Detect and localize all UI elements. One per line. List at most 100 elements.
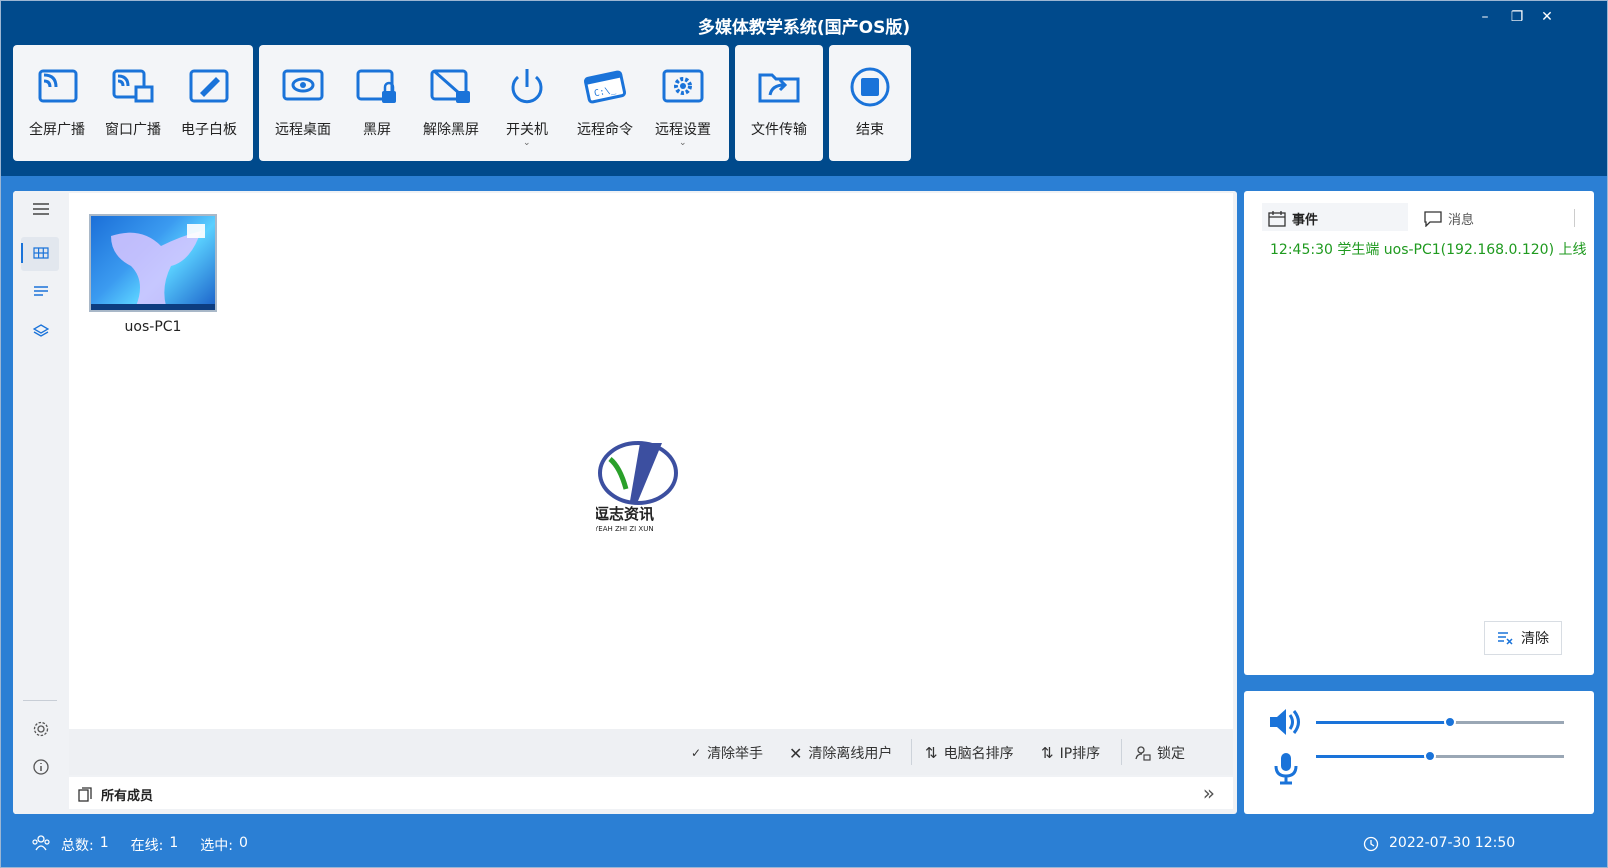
black-screen-label: 黑屏 xyxy=(363,122,391,138)
clear-offline-label: 清除离线用户 xyxy=(808,746,893,762)
fullscreen-broadcast-button[interactable]: 全屏广播 xyxy=(19,45,95,161)
sort-icon: ⇅ xyxy=(925,744,938,762)
whiteboard-button[interactable]: 电子白板 xyxy=(171,45,247,161)
status-bar: 总数: 1 在线: 1 选中: 0 2022-07-30 12:50 xyxy=(1,820,1607,867)
student-thumbnail[interactable] xyxy=(89,214,217,312)
microphone-volume-fill xyxy=(1316,755,1431,758)
window-broadcast-icon xyxy=(112,69,154,103)
end-button[interactable]: 结束 xyxy=(833,45,907,161)
desktop-preview-image xyxy=(91,224,215,310)
microphone-volume-slider[interactable] xyxy=(1316,750,1564,762)
grid-view-icon[interactable] xyxy=(27,239,55,267)
remote-settings-dropdown-icon[interactable]: ⌄ xyxy=(679,138,687,148)
clear-events-button[interactable]: 清除 xyxy=(1484,621,1562,655)
clear-hands-label: 清除举手 xyxy=(707,746,764,762)
remote-settings-icon xyxy=(662,69,704,103)
unblack-screen-label: 解除黑屏 xyxy=(423,122,479,138)
sort-by-ip-button[interactable]: ⇅ IP排序 xyxy=(1041,743,1100,763)
settings-gear-icon[interactable] xyxy=(27,715,55,743)
whiteboard-icon xyxy=(189,69,229,103)
window-broadcast-label: 窗口广播 xyxy=(105,122,161,138)
close-button[interactable]: ✕ xyxy=(1537,9,1557,25)
clear-events-label: 清除 xyxy=(1521,631,1549,647)
tab-events-label: 事件 xyxy=(1292,213,1319,228)
clear-offline-button[interactable]: ✕ 清除离线用户 xyxy=(789,743,892,763)
remote-command-label: 远程命令 xyxy=(577,122,633,138)
speaker-volume-slider[interactable] xyxy=(1316,716,1564,728)
tab-messages-label: 消息 xyxy=(1448,213,1475,228)
more-groups-button[interactable]: » xyxy=(1203,781,1215,805)
sort-by-name-button[interactable]: ⇅ 电脑名排序 xyxy=(925,743,1014,763)
action-separator xyxy=(1121,739,1122,765)
menu-icon[interactable] xyxy=(27,195,55,223)
window-broadcast-button[interactable]: 窗口广播 xyxy=(95,45,171,161)
speaker-icon[interactable] xyxy=(1268,707,1302,737)
all-members-label: 所有成员 xyxy=(101,789,154,804)
minimize-button[interactable]: – xyxy=(1475,9,1495,25)
window-title: 多媒体教学系统(国产OS版) xyxy=(697,18,911,38)
chat-bubble-icon xyxy=(1424,210,1442,227)
unblack-screen-button[interactable]: 解除黑屏 xyxy=(413,45,489,161)
layers-icon[interactable] xyxy=(27,317,55,345)
watermark-logo: 逗志资讯 YEAH ZHI ZI XUN xyxy=(593,441,706,541)
app-window: 多媒体教学系统(国产OS版) – ❐ ✕ 全屏广播 窗口广播 电子白板 远程桌面… xyxy=(0,0,1608,868)
online-label: 在线: xyxy=(130,838,164,854)
sort-icon: ⇅ xyxy=(1041,744,1054,762)
list-view-icon[interactable] xyxy=(27,277,55,305)
whiteboard-label: 电子白板 xyxy=(181,122,237,138)
remote-desktop-icon xyxy=(282,69,324,101)
svg-text:YEAH ZHI ZI XUN: YEAH ZHI ZI XUN xyxy=(596,525,654,533)
black-screen-icon xyxy=(356,69,396,103)
title-bar: 多媒体教学系统(国产OS版) – ❐ ✕ 全屏广播 窗口广播 电子白板 远程桌面… xyxy=(1,1,1607,176)
event-log-entry: 12:45:30 学生端 uos-PC1(192.168.0.120) 上线 xyxy=(1270,242,1587,258)
microphone-icon[interactable] xyxy=(1272,751,1300,785)
sidebar-divider xyxy=(23,700,57,701)
clear-hands-button[interactable]: ✓ 清除举手 xyxy=(691,743,763,763)
info-icon[interactable] xyxy=(27,753,55,781)
datetime: 2022-07-30 12:50 xyxy=(1389,835,1516,851)
member-counts: 总数: 1 在线: 1 选中: 0 xyxy=(61,835,248,855)
tab-events[interactable]: 事件 xyxy=(1268,209,1318,228)
remote-command-button[interactable]: C:\_ 远程命令 xyxy=(565,45,645,161)
check-icon: ✓ xyxy=(691,746,702,760)
toolbar-group-end: 结束 xyxy=(829,45,911,161)
unblack-screen-icon xyxy=(430,69,470,103)
toolbar-group-broadcast: 全屏广播 窗口广播 电子白板 xyxy=(13,45,253,161)
file-transfer-button[interactable]: 文件传输 xyxy=(741,45,817,161)
black-screen-button[interactable]: 黑屏 xyxy=(341,45,413,161)
event-panel: 事件 消息 12:45:30 学生端 uos-PC1(192.168.0.120… xyxy=(1244,191,1594,675)
audio-panel xyxy=(1244,691,1594,814)
microphone-volume-knob[interactable] xyxy=(1424,750,1437,762)
power-dropdown-icon[interactable]: ⌄ xyxy=(523,138,531,148)
total-label: 总数: xyxy=(61,838,94,854)
student-name: uos-PC1 xyxy=(124,319,182,335)
users-icon xyxy=(32,835,50,851)
end-label: 结束 xyxy=(856,122,884,138)
lock-button[interactable]: 锁定 xyxy=(1135,743,1185,763)
restore-button[interactable]: ❐ xyxy=(1507,9,1527,25)
action-separator xyxy=(911,739,912,765)
user-lock-icon xyxy=(1135,746,1151,761)
toolbar-group-file: 文件传输 xyxy=(735,45,823,161)
power-button[interactable]: 开关机 ⌄ xyxy=(489,45,565,161)
fullscreen-broadcast-icon xyxy=(38,69,78,103)
power-icon xyxy=(511,69,543,104)
group-bar: 所有成员 » xyxy=(69,777,1233,809)
toolbar-group-remote: 远程桌面 黑屏 解除黑屏 开关机 ⌄ C:\_ 远程命令 远程设置 ⌄ xyxy=(259,45,729,161)
action-bar: ✓ 清除举手 ✕ 清除离线用户 ⇅ 电脑名排序 ⇅ IP排序 锁定 xyxy=(69,729,1233,775)
copy-icon xyxy=(78,786,92,802)
selected-label: 选中: xyxy=(200,838,233,854)
tab-messages[interactable]: 消息 xyxy=(1424,209,1474,228)
calendar-icon xyxy=(1268,210,1286,227)
lock-label: 锁定 xyxy=(1157,746,1185,762)
clear-list-icon xyxy=(1498,632,1513,645)
all-members-tab[interactable]: 所有成员 xyxy=(77,785,153,804)
remote-settings-button[interactable]: 远程设置 ⌄ xyxy=(645,45,721,161)
view-sidebar xyxy=(15,191,65,814)
file-transfer-label: 文件传输 xyxy=(751,122,807,138)
remote-desktop-button[interactable]: 远程桌面 xyxy=(265,45,341,161)
speaker-volume-fill xyxy=(1316,721,1450,724)
stop-icon xyxy=(850,67,890,107)
speaker-volume-knob[interactable] xyxy=(1443,716,1456,728)
sort-by-name-label: 电脑名排序 xyxy=(943,746,1014,762)
